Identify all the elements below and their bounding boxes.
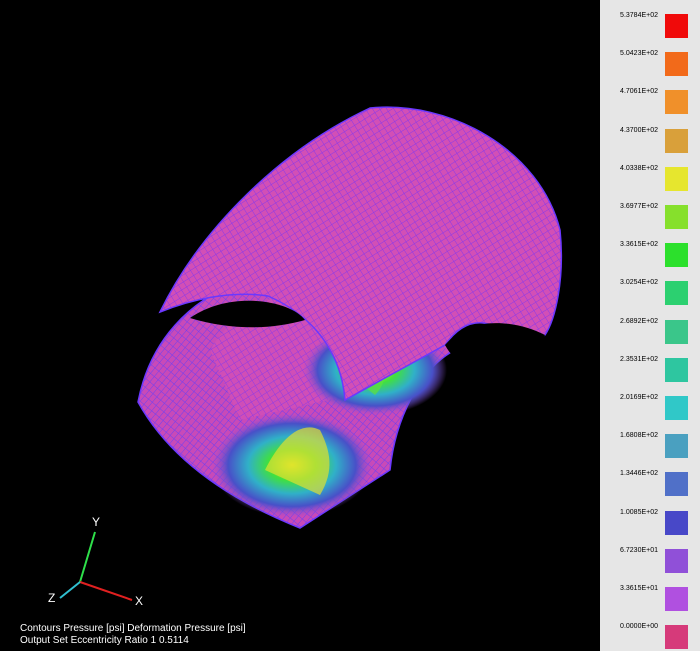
legend-level: 0.0000E+00 <box>600 611 700 650</box>
legend-color-swatch <box>665 396 688 420</box>
legend-level: 1.6808E+02 <box>600 420 700 459</box>
legend-color-swatch <box>665 281 688 306</box>
legend-level: 5.0423E+02 <box>600 38 700 77</box>
legend-level-label: 3.3615E+02 <box>620 241 658 249</box>
graphics-viewport[interactable]: Y X Z Contours Pressure [psi] Deformatio… <box>0 0 700 651</box>
legend-level: 2.3531E+02 <box>600 344 700 382</box>
legend-level: 6.7230E+01 <box>600 535 700 573</box>
legend-level: 1.3446E+02 <box>600 458 700 497</box>
legend-level: 4.7061E+02 <box>600 76 700 115</box>
legend-level-label: 4.3700E+02 <box>620 126 658 134</box>
legend-level-label: 0.0000E+00 <box>620 623 658 631</box>
legend-color-swatch <box>665 357 688 382</box>
contour-info: Contours Pressure [psi] Deformation Pres… <box>20 623 246 634</box>
status-text: Contours Pressure [psi] Deformation Pres… <box>20 623 246 647</box>
legend-level-label: 5.3784E+02 <box>620 12 658 19</box>
legend-level: 4.3700E+02 <box>600 115 700 153</box>
legend-level: 3.3615E+02 <box>600 229 700 268</box>
axis-z-label: Z <box>48 591 55 605</box>
legend-level: 2.6892E+02 <box>600 306 700 344</box>
legend-color-swatch <box>665 625 688 650</box>
legend-level-label: 3.3615E+01 <box>620 585 658 592</box>
contour-legend: 5.3784E+02 5.0423E+02 4.7061E+02 4.3700E+02… <box>600 0 700 651</box>
legend-level: 2.0169E+02 <box>600 382 700 420</box>
legend-level-label: 3.0254E+02 <box>620 279 658 287</box>
legend-level-label: 2.3531E+02 <box>620 355 658 363</box>
legend-level-label: 2.0169E+02 <box>620 394 658 401</box>
legend-level-label: 4.7061E+02 <box>620 88 658 96</box>
legend-color-swatch <box>665 14 688 38</box>
legend-level-label: 2.6892E+02 <box>620 317 658 325</box>
legend-color-swatch <box>665 319 688 344</box>
coordinate-triad: Y X Z <box>48 515 143 608</box>
legend-level-label: 1.6808E+02 <box>620 432 658 440</box>
legend-level-label: 1.0085E+02 <box>620 508 658 516</box>
legend-level-label: 1.3446E+02 <box>620 470 658 478</box>
legend-color-swatch <box>665 434 688 459</box>
legend-level: 1.0085E+02 <box>600 497 700 535</box>
axis-x-label: X <box>135 594 143 608</box>
legend-level-label: 6.7230E+01 <box>620 546 658 554</box>
legend-level: 3.6977E+02 <box>600 191 700 229</box>
axis-y-label: Y <box>92 515 100 529</box>
legend-color-swatch <box>665 548 688 573</box>
legend-color-swatch <box>665 128 688 153</box>
legend-color-swatch <box>665 587 688 611</box>
legend-level: 3.3615E+01 <box>600 573 700 611</box>
legend-color-swatch <box>665 472 688 497</box>
legend-color-swatch <box>665 205 688 229</box>
legend-level-label: 4.0338E+02 <box>620 164 658 172</box>
legend-color-swatch <box>665 166 688 191</box>
legend-color-swatch <box>665 90 688 115</box>
legend-level: 5.3784E+02 <box>600 0 700 38</box>
legend-color-swatch <box>665 243 688 268</box>
output-set-info: Output Set Eccentricity Ratio 1 0.5114 <box>20 635 189 646</box>
legend-level-label: 3.6977E+02 <box>620 203 658 210</box>
legend-color-swatch <box>665 52 688 77</box>
legend-level: 3.0254E+02 <box>600 267 700 306</box>
legend-color-swatch <box>665 510 688 535</box>
legend-level: 4.0338E+02 <box>600 153 700 191</box>
legend-level-label: 5.0423E+02 <box>620 50 658 58</box>
bore-opening-right <box>445 323 545 372</box>
